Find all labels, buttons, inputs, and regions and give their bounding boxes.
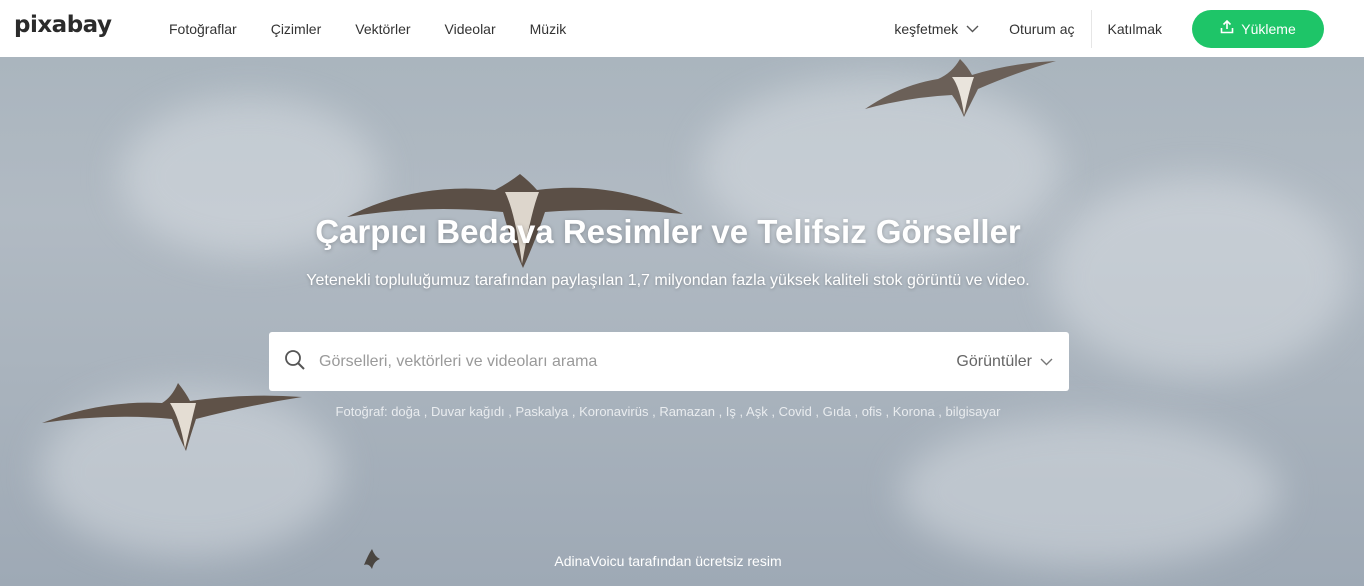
search-type-label: Görüntüler [956,352,1032,370]
search-icon[interactable] [284,349,306,371]
tag-link[interactable]: Paskalya [516,404,569,419]
hero-subtitle: Yetenekli topluluğumuz tarafından paylaş… [306,272,1030,289]
image-credit-link[interactable]: AdinaVoicu tarafından ücretsiz resim [0,553,1336,569]
join-link[interactable]: Katılmak [1092,21,1162,37]
cloud [900,417,1280,567]
login-link[interactable]: Oturum aç [1009,21,1090,37]
hero-background: Çarpıcı Bedava Resimler ve Telifsiz Görs… [0,57,1364,586]
tag-link[interactable]: Ramazan [659,404,715,419]
explore-dropdown[interactable]: keşfetmek [894,21,979,37]
tag-link[interactable]: Duvar kağıdı [431,404,505,419]
nav-videos[interactable]: Videolar [428,21,513,37]
upload-label: Yükleme [1241,20,1296,37]
upload-icon [1220,19,1234,33]
top-header: pixabay Fotoğraflar Çizimler Vektörler V… [0,0,1364,57]
right-nav: keşfetmek Oturum aç Katılmak Yükleme [894,0,1324,57]
tag-link[interactable]: Iş [726,404,736,419]
hero-title: Çarpıcı Bedava Resimler ve Telifsiz Görs… [315,213,1021,250]
nav-vectors[interactable]: Vektörler [338,21,427,37]
tag-link[interactable]: Gıda [823,404,851,419]
tag-link[interactable]: Covid [779,404,812,419]
search-input[interactable] [319,332,919,391]
tag-link[interactable]: ofis [862,404,882,419]
chevron-down-icon [966,25,979,32]
tags-prefix: Fotoğraf: [335,404,388,419]
search-bar: Görüntüler [269,332,1069,391]
tag-link[interactable]: Aşk [746,404,768,419]
tag-link[interactable]: doğa [391,404,420,419]
nav-music[interactable]: Müzik [513,21,584,37]
explore-label: keşfetmek [894,20,959,37]
popular-tags: Fotoğraf: doğa , Duvar kağıdı , Paskalya… [335,404,1001,419]
nav-photos[interactable]: Fotoğraflar [152,21,254,37]
tag-link[interactable]: Korona [893,404,935,419]
upload-button[interactable]: Yükleme [1192,9,1324,48]
seagull-image [865,59,1056,117]
pixabay-logo[interactable]: pixabay [14,12,112,38]
tag-link[interactable]: Koronavirüs [579,404,648,419]
chevron-down-icon [1040,358,1053,365]
nav-illustrations[interactable]: Çizimler [254,21,339,37]
search-type-dropdown[interactable]: Görüntüler [956,332,1053,391]
main-nav: Fotoğraflar Çizimler Vektörler Videolar … [152,0,583,57]
tag-link[interactable]: bilgisayar [946,404,1001,419]
